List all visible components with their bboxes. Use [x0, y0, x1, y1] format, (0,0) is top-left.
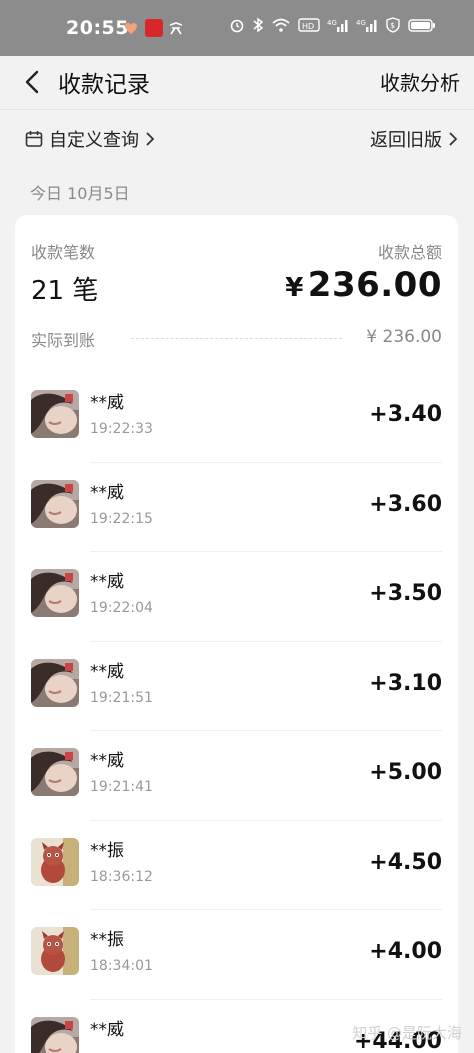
chevron-right-icon: [449, 132, 458, 146]
actual-label: 实际到账: [31, 331, 96, 350]
transaction-time: 19:22:04: [90, 600, 153, 616]
old-version-label: 返回旧版: [370, 130, 442, 151]
svg-text:$: $: [390, 21, 395, 30]
svg-text:4G: 4G: [327, 19, 337, 27]
transaction-amount: +4.00: [369, 939, 442, 964]
watermark: 知乎 @是阮大海: [352, 1024, 462, 1042]
payer-name: **振: [90, 930, 124, 950]
transaction-time: 18:36:12: [90, 868, 153, 885]
hd-icon: HD: [298, 18, 320, 32]
bluetooth-icon: [253, 17, 264, 33]
chevron-right-icon: [146, 132, 155, 146]
avatar: [31, 1016, 79, 1053]
transaction-amount: +5.00: [369, 760, 442, 785]
transaction-time: 18:34:01: [90, 958, 153, 974]
red-app-icon: [145, 19, 163, 37]
svg-text:4G: 4G: [356, 19, 366, 27]
script-app-icon: [167, 19, 185, 37]
custom-query-button[interactable]: 自定义查询: [25, 126, 155, 152]
custom-query-label: 自定义查询: [49, 130, 139, 151]
calendar-icon: [25, 131, 43, 147]
transaction-row[interactable]: **振 18:36:12 +4.50: [15, 821, 458, 910]
page: 20:55 HD 4G 4G $ 收款记录 收款分析 自定义查询 返回旧版 今日…: [0, 0, 474, 1053]
actual-received-row: 实际到账 ¥ 236.00: [31, 325, 442, 350]
signal-4g-icon: 4G: [356, 19, 377, 32]
transaction-amount: +3.10: [369, 670, 442, 696]
transaction-row[interactable]: **威 19:22:15 +3.60: [15, 463, 458, 552]
count-value: 21 笔: [31, 276, 99, 306]
currency-symbol: ¥: [285, 273, 304, 303]
date-label: 今日 10月5日: [30, 184, 130, 203]
payer-name: **威: [90, 572, 124, 592]
transaction-time: 19:21:41: [90, 779, 153, 795]
payer-name: **威: [90, 1019, 124, 1040]
transaction-row[interactable]: **威 19:22:33 +3.40: [15, 373, 458, 463]
payer-name: **振: [90, 840, 124, 861]
avatar: [31, 837, 79, 886]
payer-name: **威: [90, 661, 124, 682]
avatar: [31, 569, 79, 617]
transaction-row[interactable]: **威 19:22:04 +3.50: [15, 552, 458, 642]
avatar: [31, 748, 79, 796]
status-bar: 20:55 HD 4G 4G $: [0, 0, 474, 56]
status-time: 20:55: [66, 17, 129, 39]
analysis-link[interactable]: 收款分析: [380, 67, 460, 96]
avatar: [31, 390, 79, 438]
transaction-amount: +3.40: [369, 402, 442, 427]
avatar: [31, 927, 79, 975]
transaction-amount: +3.60: [369, 491, 442, 517]
page-title: 收款记录: [58, 72, 150, 98]
transaction-row[interactable]: **振 18:34:01 +4.00: [15, 910, 458, 1000]
wifi-icon: [272, 18, 290, 32]
payer-name: **威: [90, 482, 124, 503]
filter-row: 自定义查询 返回旧版: [0, 112, 474, 166]
back-button[interactable]: [14, 64, 50, 100]
total-amount: 236.00: [307, 265, 442, 305]
old-version-button[interactable]: 返回旧版: [370, 126, 458, 152]
transaction-time: 19:22:33: [90, 421, 153, 437]
avatar: [31, 479, 79, 528]
actual-value: ¥ 236.00: [366, 327, 442, 347]
svg-text:HD: HD: [302, 22, 314, 31]
transaction-amount: +3.50: [369, 581, 442, 606]
transaction-time: 19:21:51: [90, 689, 153, 706]
nav-header: 收款记录 收款分析: [0, 56, 474, 110]
transaction-row[interactable]: **威 19:21:41 +5.00: [15, 731, 458, 821]
payer-name: **威: [90, 751, 124, 771]
total-value: ¥236.00: [285, 265, 442, 305]
transaction-time: 19:22:15: [90, 510, 153, 527]
transactions-card: 收款笔数 收款总额 21 笔 ¥236.00 实际到账 ¥ 236.00 **威…: [15, 215, 458, 1053]
dashed-divider: [131, 338, 342, 339]
signal-4g-icon: 4G: [327, 19, 348, 32]
total-label: 收款总额: [377, 243, 442, 262]
avatar: [31, 658, 79, 707]
dollar-shield-icon: $: [386, 17, 400, 33]
transaction-amount: +4.50: [369, 849, 442, 875]
status-icons: HD 4G 4G $: [229, 17, 436, 33]
payer-name: **威: [90, 393, 124, 413]
battery-icon: [408, 19, 435, 32]
alarm-icon: [230, 19, 244, 33]
chevron-left-icon: [25, 70, 39, 94]
transaction-row[interactable]: **威 19:21:51 +3.10: [15, 642, 458, 731]
transaction-list: **威 19:22:33 +3.40 **威 19:22:15 +3.60 **威 19:…: [15, 373, 458, 1053]
heart-app-icon: [122, 19, 140, 37]
count-label: 收款笔数: [31, 243, 96, 262]
